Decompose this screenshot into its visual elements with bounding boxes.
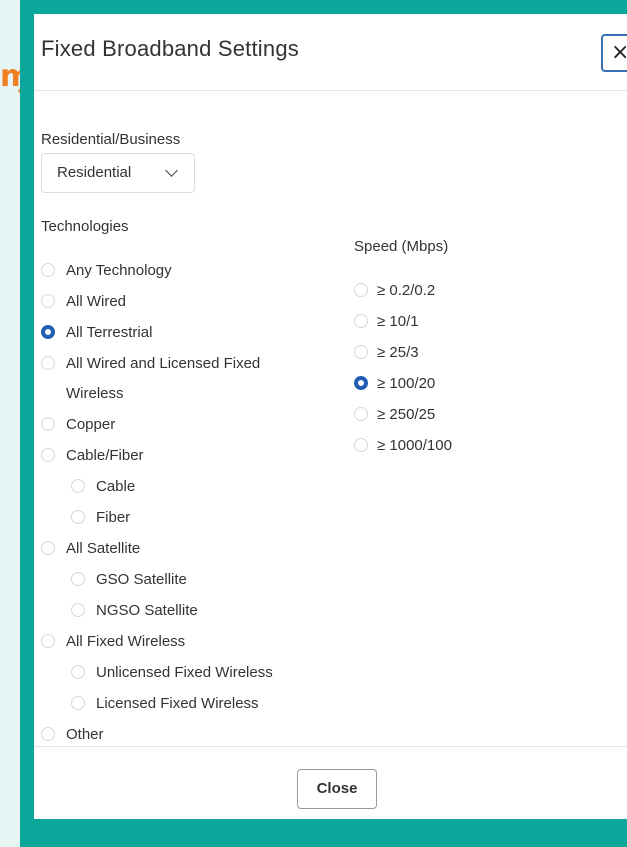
radio-button[interactable]	[71, 510, 85, 524]
radio-button[interactable]	[41, 541, 55, 555]
speed-label: Speed (Mbps)	[354, 238, 449, 255]
tech-option-label: Licensed Fixed Wireless	[96, 695, 259, 712]
tech-option-label: Fiber	[96, 509, 131, 526]
radio-button[interactable]	[41, 294, 55, 308]
dialog-header: Fixed Broadband Settings ×	[34, 14, 627, 91]
close-icon: ×	[611, 40, 627, 65]
close-x-button[interactable]: ×	[601, 34, 627, 72]
speed-option-label: ≥ 25/3	[377, 344, 419, 361]
radio-button[interactable]	[41, 727, 55, 741]
radio-button[interactable]	[354, 283, 368, 297]
radio-button[interactable]	[71, 696, 85, 710]
dialog-footer: Close	[34, 746, 627, 819]
speed-option-label: ≥ 1000/100	[377, 437, 452, 454]
tech-option-label: All Terrestrial	[66, 324, 153, 341]
technologies-label: Technologies	[41, 218, 129, 235]
chevron-down-icon	[165, 164, 178, 177]
residential-business-select[interactable]: Residential	[41, 153, 195, 193]
tech-option-label: Copper	[66, 416, 116, 433]
radio-button[interactable]	[354, 345, 368, 359]
fixed-broadband-settings-dialog: Fixed Broadband Settings × Residential/B…	[34, 14, 627, 819]
tech-option-label: NGSO Satellite	[96, 602, 198, 619]
speed-option-label: ≥ 0.2/0.2	[377, 282, 436, 299]
tech-option-label: Any Technology	[66, 262, 172, 279]
radio-button[interactable]	[354, 376, 368, 390]
radio-button[interactable]	[71, 665, 85, 679]
radio-button[interactable]	[41, 325, 55, 339]
tech-option-label: All Satellite	[66, 540, 141, 557]
tech-option-label: Cable/Fiber	[66, 447, 144, 464]
tech-option-label: GSO Satellite	[96, 571, 187, 588]
speed-option-label: ≥ 250/25	[377, 406, 436, 423]
radio-button[interactable]	[354, 407, 368, 421]
radio-button[interactable]	[41, 263, 55, 277]
tech-option-label: All Wired and Licensed Fixed Wireless	[66, 355, 261, 402]
select-value: Residential	[57, 164, 132, 181]
radio-button[interactable]	[354, 438, 368, 452]
decorative-accent-mark: ɱ	[0, 59, 32, 94]
close-button[interactable]: Close	[297, 769, 377, 809]
teal-frame: Fixed Broadband Settings × Residential/B…	[20, 0, 627, 847]
residential-business-label: Residential/Business	[41, 131, 181, 148]
radio-button[interactable]	[71, 603, 85, 617]
radio-button[interactable]	[71, 572, 85, 586]
radio-button[interactable]	[41, 448, 55, 462]
speed-option-label: ≥ 100/20	[377, 375, 436, 392]
radio-button[interactable]	[41, 634, 55, 648]
tech-option-label: Cable	[96, 478, 136, 495]
radio-button[interactable]	[41, 417, 55, 431]
radio-button[interactable]	[354, 314, 368, 328]
tech-option-label: Other	[66, 726, 104, 743]
radio-button[interactable]	[71, 479, 85, 493]
speed-option-label: ≥ 10/1	[377, 313, 419, 330]
tech-option-label: Unlicensed Fixed Wireless	[96, 664, 273, 681]
tech-option-label: All Wired	[66, 293, 127, 310]
tech-option-label: All Fixed Wireless	[66, 633, 186, 650]
dialog-title: Fixed Broadband Settings	[41, 36, 299, 61]
radio-button[interactable]	[41, 356, 55, 370]
